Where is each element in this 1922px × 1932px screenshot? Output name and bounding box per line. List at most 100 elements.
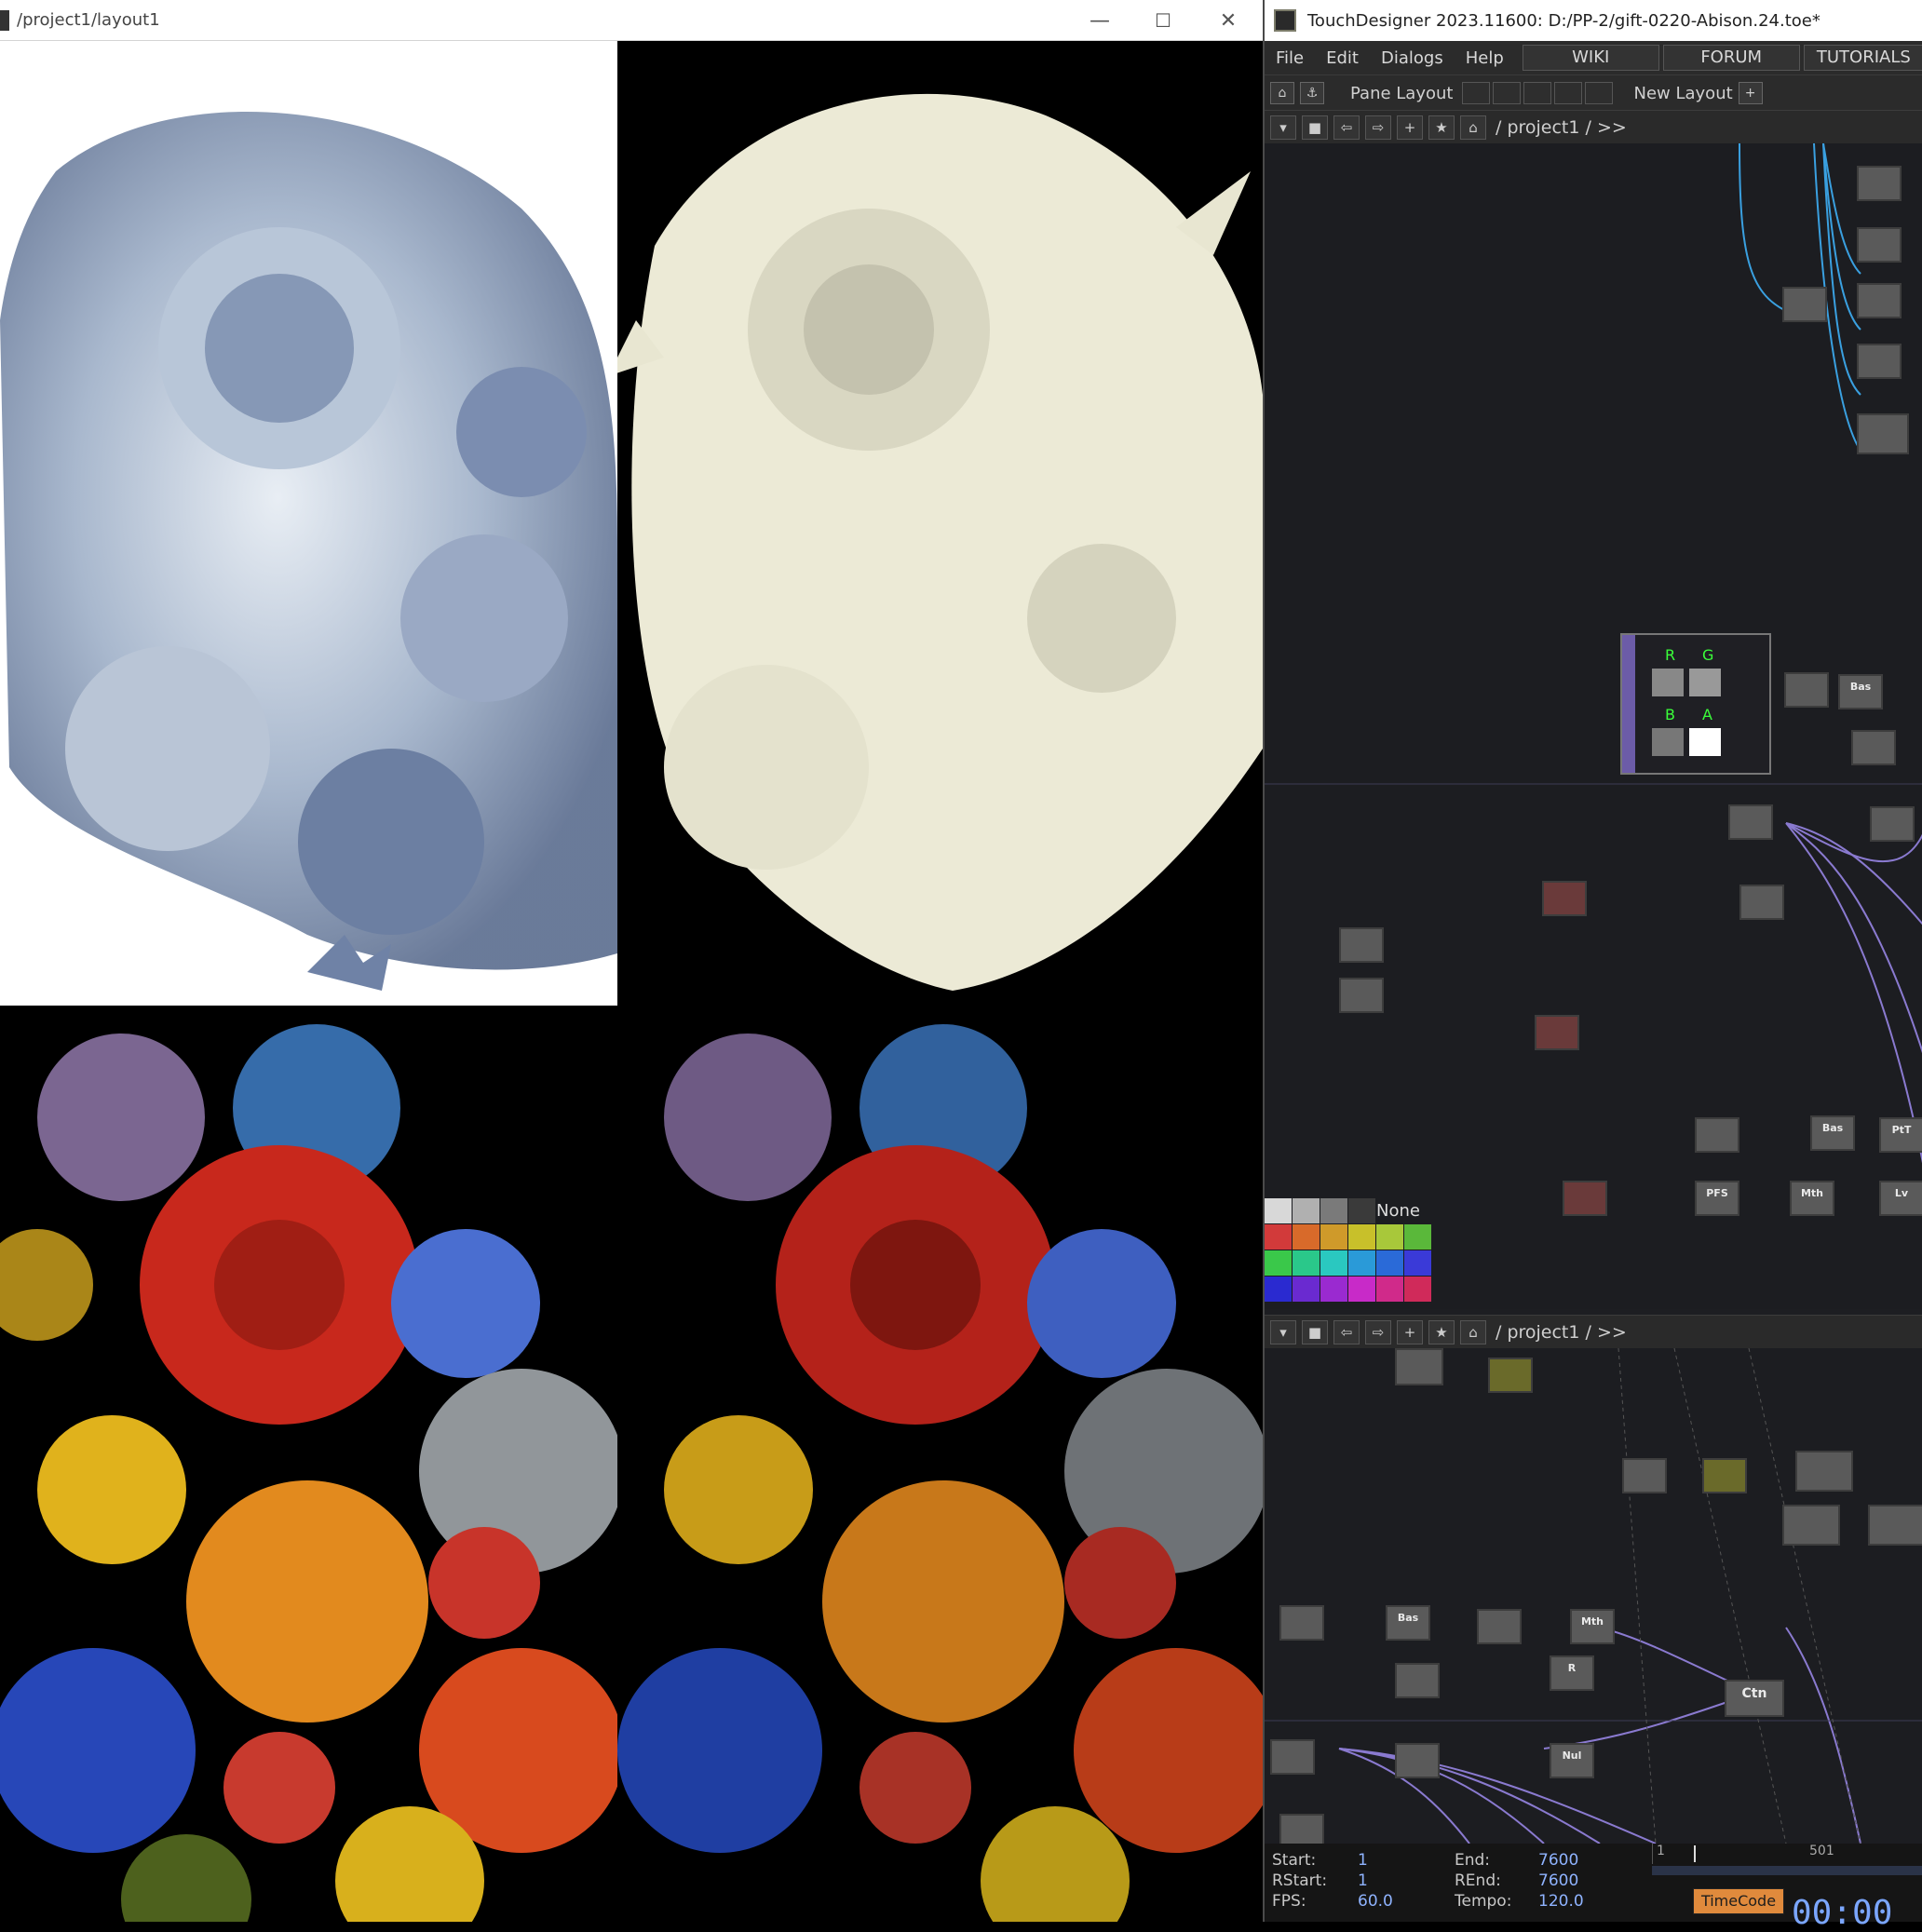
layout-triple-button[interactable]: [1554, 82, 1583, 104]
op-node-pointfileselect[interactable]: [1739, 885, 1784, 920]
pane-menu-chevron-icon[interactable]: ▾: [1270, 1320, 1296, 1344]
op-node-geo[interactable]: [1857, 166, 1902, 201]
op-node-math[interactable]: Mth: [1570, 1609, 1615, 1644]
op-node-constant[interactable]: [1702, 1458, 1747, 1493]
playhead[interactable]: [1694, 1845, 1696, 1862]
op-node-render3[interactable]: [1868, 1505, 1922, 1546]
color-swatch[interactable]: [1265, 1250, 1292, 1276]
home-icon[interactable]: ⌂: [1460, 1320, 1486, 1344]
op-node-math7[interactable]: [1395, 1663, 1440, 1698]
op-node[interactable]: [1279, 1814, 1324, 1844]
home-icon[interactable]: ⌂: [1460, 115, 1486, 140]
op-node-pattern[interactable]: [1542, 881, 1587, 916]
color-swatch[interactable]: [1348, 1224, 1375, 1250]
menu-dialogs[interactable]: Dialogs: [1370, 48, 1455, 68]
op-node-null[interactable]: R: [1550, 1655, 1594, 1691]
forward-arrow-icon[interactable]: ⇨: [1365, 115, 1391, 140]
op-node-math8[interactable]: Mth: [1790, 1181, 1834, 1216]
tutorials-button[interactable]: TUTORIALS: [1803, 45, 1922, 71]
end-value[interactable]: 7600: [1538, 1851, 1578, 1870]
color-swatch[interactable]: [1376, 1250, 1403, 1276]
color-swatch[interactable]: [1320, 1224, 1347, 1250]
color-swatch[interactable]: [1293, 1224, 1320, 1250]
color-swatch[interactable]: [1348, 1198, 1375, 1223]
stop-icon[interactable]: ■: [1302, 115, 1328, 140]
color-swatch[interactable]: [1320, 1277, 1347, 1302]
swatch-none-label[interactable]: None: [1376, 1198, 1432, 1224]
menu-file[interactable]: File: [1265, 48, 1315, 68]
pane-menu-chevron-icon[interactable]: ▾: [1270, 115, 1296, 140]
menu-help[interactable]: Help: [1455, 48, 1515, 68]
anchor-icon[interactable]: ⚓: [1300, 82, 1324, 104]
op-node-noise4[interactable]: [1339, 927, 1384, 963]
op-node-pointtransform[interactable]: [1477, 1609, 1522, 1644]
color-swatch[interactable]: [1348, 1250, 1375, 1276]
op-node-pointfileselect4[interactable]: PFS: [1695, 1181, 1739, 1216]
menu-edit[interactable]: Edit: [1315, 48, 1370, 68]
op-node-noise[interactable]: [1728, 804, 1773, 840]
color-swatch[interactable]: [1404, 1224, 1431, 1250]
color-swatch[interactable]: [1404, 1250, 1431, 1276]
stop-icon[interactable]: ■: [1302, 1320, 1328, 1344]
start-value[interactable]: 1: [1358, 1851, 1368, 1870]
op-node-geo[interactable]: [1857, 227, 1902, 263]
op-node-pattern[interactable]: [1563, 1181, 1607, 1216]
color-swatch[interactable]: [1293, 1250, 1320, 1276]
color-swatch[interactable]: [1376, 1224, 1403, 1250]
op-node[interactable]: [1870, 806, 1915, 842]
color-swatch[interactable]: [1320, 1198, 1347, 1223]
op-node-normalize[interactable]: Bas: [1386, 1605, 1430, 1641]
op-node-pointtransform[interactable]: PtT: [1879, 1117, 1922, 1153]
op-node[interactable]: [1782, 287, 1827, 322]
color-swatch[interactable]: [1348, 1277, 1375, 1302]
op-node-normalize[interactable]: Bas: [1838, 674, 1883, 709]
network-path[interactable]: / project1 / >>: [1496, 1322, 1627, 1343]
pointfileselect-viewer-node[interactable]: R G B A: [1620, 633, 1771, 775]
op-node-scanvalue[interactable]: [1279, 1605, 1324, 1641]
bookmark-star-icon[interactable]: ★: [1428, 1320, 1455, 1344]
op-node-geo[interactable]: [1857, 344, 1902, 379]
forward-arrow-icon[interactable]: ⇨: [1365, 1320, 1391, 1344]
range-bar[interactable]: [1652, 1866, 1922, 1875]
rend-value[interactable]: 7600: [1538, 1871, 1578, 1890]
tempo-value[interactable]: 120.0: [1538, 1892, 1584, 1911]
layout-single-button[interactable]: [1462, 82, 1491, 104]
bookmark-star-icon[interactable]: ★: [1428, 115, 1455, 140]
rstart-value[interactable]: 1: [1358, 1871, 1368, 1890]
forum-button[interactable]: FORUM: [1662, 45, 1800, 71]
add-icon[interactable]: +: [1397, 1320, 1423, 1344]
back-arrow-icon[interactable]: ⇦: [1333, 115, 1360, 140]
timeline-ruler[interactable]: 1 501: [1652, 1844, 1922, 1864]
op-node-noise2[interactable]: [1270, 1739, 1315, 1775]
back-arrow-icon[interactable]: ⇦: [1333, 1320, 1360, 1344]
op-node-pattern[interactable]: [1535, 1015, 1579, 1050]
network-path[interactable]: / project1 / >>: [1496, 117, 1627, 138]
wiki-button[interactable]: WIKI: [1522, 45, 1659, 71]
op-node-scanvalue[interactable]: [1784, 672, 1829, 708]
timecode-toggle-button[interactable]: TimeCode: [1693, 1888, 1784, 1914]
op-node-geo[interactable]: [1857, 413, 1909, 454]
minimize-button[interactable]: —: [1067, 0, 1132, 41]
color-swatch[interactable]: [1293, 1277, 1320, 1302]
close-button[interactable]: ✕: [1196, 0, 1261, 41]
fps-value[interactable]: 60.0: [1358, 1892, 1393, 1911]
op-node-geo7[interactable]: [1395, 1348, 1443, 1385]
color-swatch[interactable]: [1376, 1277, 1403, 1302]
op-node-scanvalue2[interactable]: [1695, 1117, 1739, 1153]
op-node-circle[interactable]: [1622, 1458, 1667, 1493]
color-swatch[interactable]: [1404, 1277, 1431, 1302]
add-layout-button[interactable]: +: [1738, 82, 1763, 104]
op-node-render[interactable]: [1795, 1451, 1853, 1492]
color-swatch[interactable]: [1265, 1224, 1292, 1250]
network-editor-top[interactable]: R G B A Bas Bas PtT PFS Mth Lv None: [1265, 143, 1922, 1309]
op-node-noise5[interactable]: [1339, 978, 1384, 1013]
op-node-phong[interactable]: [1488, 1358, 1533, 1393]
color-swatch[interactable]: [1320, 1250, 1347, 1276]
op-node-render2[interactable]: [1782, 1505, 1840, 1546]
layout-split-v-button[interactable]: [1493, 82, 1522, 104]
layout-split-h-button[interactable]: [1523, 82, 1552, 104]
maximize-button[interactable]: ☐: [1130, 0, 1196, 41]
pane-expand-icon[interactable]: ⌂: [1270, 82, 1294, 104]
op-node-null[interactable]: Nul: [1550, 1743, 1594, 1778]
op-node-math[interactable]: [1395, 1743, 1440, 1778]
